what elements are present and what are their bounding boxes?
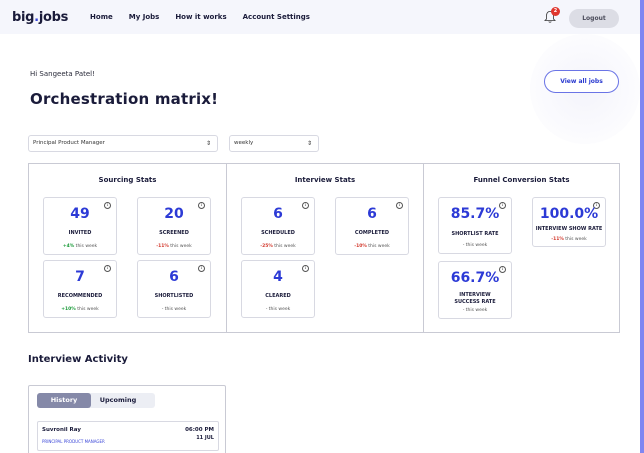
stat-value: 4 xyxy=(273,269,283,285)
funnel-conversion-stats: Funnel Conversion Stats i 85.7% SHORTLIS… xyxy=(424,164,619,332)
logout-button[interactable]: Logout xyxy=(569,9,619,28)
nav-account-settings[interactable]: Account Settings xyxy=(243,13,310,21)
interview-date: 11 JUL xyxy=(196,435,214,441)
stat-card-shortlist-rate: i 85.7% SHORTLIST RATE - this week xyxy=(438,197,512,254)
select-arrows-icon: ⇕ xyxy=(205,140,211,147)
nav-how-it-works[interactable]: How it works xyxy=(175,13,226,21)
activity-tabs: History Upcoming xyxy=(37,393,155,408)
stat-value: 6 xyxy=(169,269,179,285)
tab-upcoming[interactable]: Upcoming xyxy=(91,393,145,408)
select-arrows-icon: ⇕ xyxy=(306,140,312,147)
sourcing-stats-title: Sourcing Stats xyxy=(98,176,157,184)
stat-card-interview-success-rate: i 66.7% INTERVIEW SUCCESS RATE - this we… xyxy=(438,261,512,319)
period-value: weekly xyxy=(234,140,254,146)
page-title: Orchestration matrix! xyxy=(30,90,219,108)
stat-label: INTERVIEW SHOW RATE xyxy=(535,226,603,232)
stat-value: 6 xyxy=(273,206,283,222)
stat-change: - this week xyxy=(462,243,488,248)
stat-card-recommended: i 7 RECOMMENDED +10% this week xyxy=(43,260,117,318)
stat-label: COMPLETED xyxy=(354,230,390,236)
stat-label: RECOMMENDED xyxy=(57,293,103,299)
top-navbar: big.jobs Home My Jobs How it works Accou… xyxy=(0,0,640,34)
stat-card-cleared: i 4 CLEARED - this week xyxy=(241,260,315,318)
stat-label: SHORTLIST RATE xyxy=(451,231,499,237)
stat-change: - this week xyxy=(161,307,187,312)
stat-change: - this week xyxy=(265,307,291,312)
stats-panel: Sourcing Stats i 49 INVITED +4% this wee… xyxy=(28,163,620,333)
stat-change: -10% this week xyxy=(354,244,390,249)
stat-change: +10% this week xyxy=(61,307,99,312)
stat-value: 100.0% xyxy=(539,206,599,222)
stat-label: INTERVIEW SUCCESS RATE xyxy=(454,292,496,305)
stat-change: -11% this week xyxy=(156,244,192,249)
stat-card-interview-show-rate: i 100.0% INTERVIEW SHOW RATE -11% this w… xyxy=(532,197,606,247)
stat-value: 85.7% xyxy=(450,206,500,222)
interview-stats: Interview Stats i 6 SCHEDULED -25% this … xyxy=(227,164,424,332)
stat-change: - this week xyxy=(462,308,488,313)
notification-badge: 2 xyxy=(551,7,560,16)
stat-value: 7 xyxy=(75,269,85,285)
stat-label: SHORTLISTED xyxy=(154,293,194,299)
period-select[interactable]: weekly ⇕ xyxy=(229,135,319,152)
tab-history[interactable]: History xyxy=(37,393,91,408)
stat-card-completed: i 6 COMPLETED -10% this week xyxy=(335,197,409,255)
interview-time: 06:00 PM xyxy=(185,427,214,433)
activity-entry[interactable]: Suvronil Ray PRINCIPAL PRODUCT MANAGER 0… xyxy=(37,421,219,451)
stat-card-screened: i 20 SCREENED -11% this week xyxy=(137,197,211,255)
funnel-stats-title: Funnel Conversion Stats xyxy=(473,176,570,184)
stat-card-shortlisted: i 6 SHORTLISTED - this week xyxy=(137,260,211,318)
view-all-jobs-button[interactable]: View all jobs xyxy=(544,70,619,93)
interview-activity-title: Interview Activity xyxy=(28,354,128,365)
interview-stats-title: Interview Stats xyxy=(294,176,356,184)
nav-my-jobs[interactable]: My Jobs xyxy=(129,13,160,21)
app-window: big.jobs Home My Jobs How it works Accou… xyxy=(0,0,640,453)
job-role-select[interactable]: Principal Product Manager ⇕ xyxy=(28,135,218,152)
logo[interactable]: big.jobs xyxy=(12,10,68,25)
nav-home[interactable]: Home xyxy=(90,13,113,21)
stat-change: +4% this week xyxy=(62,244,98,249)
stat-card-invited: i 49 INVITED +4% this week xyxy=(43,197,117,255)
stat-value: 20 xyxy=(164,206,184,222)
stat-value: 6 xyxy=(367,206,377,222)
greeting-text: Hi Sangeeta Patel! xyxy=(30,70,95,78)
stat-change: -11% this week xyxy=(551,237,587,242)
stat-label: SCREENED xyxy=(159,230,189,236)
stat-value: 49 xyxy=(70,206,90,222)
sourcing-stats: Sourcing Stats i 49 INVITED +4% this wee… xyxy=(29,164,227,332)
candidate-role: PRINCIPAL PRODUCT MANAGER xyxy=(42,439,105,444)
stat-value: 66.7% xyxy=(450,270,500,286)
interview-activity-panel: History Upcoming Suvronil Ray PRINCIPAL … xyxy=(28,385,226,453)
stat-card-scheduled: i 6 SCHEDULED -25% this week xyxy=(241,197,315,255)
job-role-value: Principal Product Manager xyxy=(33,140,105,146)
stat-label: INVITED xyxy=(68,230,92,236)
stat-label: CLEARED xyxy=(265,293,291,299)
candidate-name: Suvronil Ray xyxy=(42,427,81,433)
stat-label: SCHEDULED xyxy=(261,230,295,236)
stat-change: -25% this week xyxy=(260,244,296,249)
